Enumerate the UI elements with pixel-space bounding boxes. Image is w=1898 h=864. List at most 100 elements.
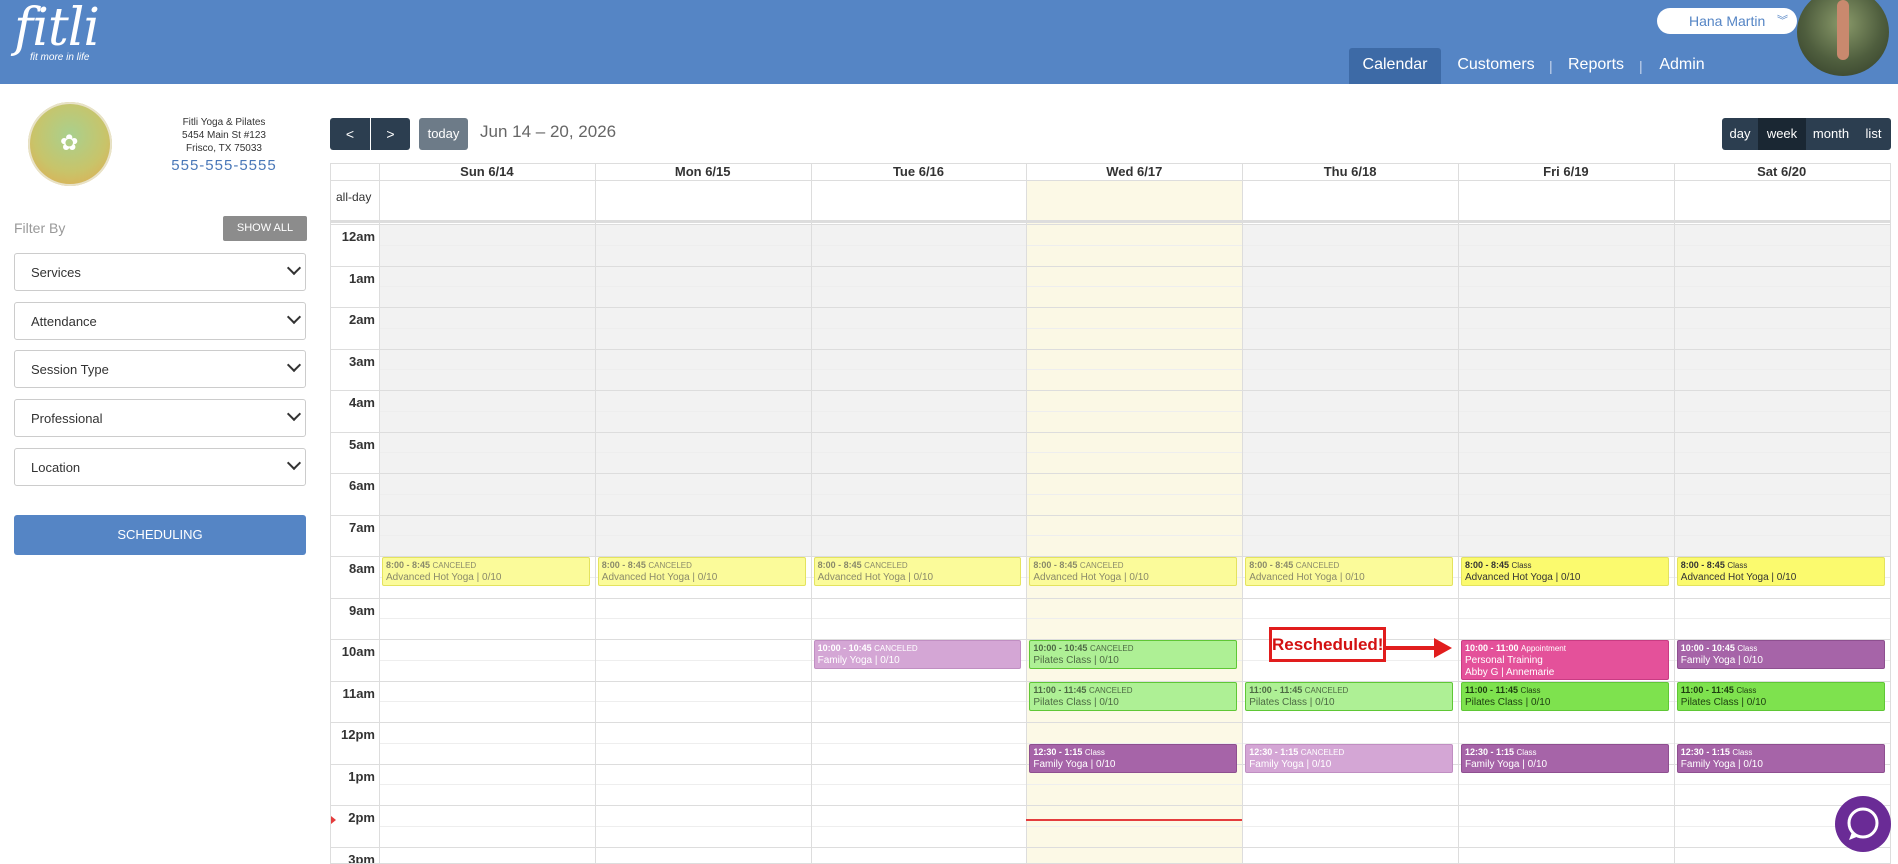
event-time-text: 8:00 - 8:45: [1249, 560, 1296, 570]
studio-name: Fitli Yoga & Pilates: [182, 117, 266, 128]
event-title: Personal Training: [1465, 655, 1543, 666]
event-time: 12:30 - 1:15 Class: [1465, 746, 1665, 759]
services-select[interactable]: Services: [14, 253, 306, 291]
half-hour-line: [379, 410, 1890, 412]
user-name: Hana Martin: [1689, 13, 1766, 29]
calendar-event[interactable]: 11:00 - 11:45 CANCELED Pilates Class | 0/…: [1029, 681, 1238, 711]
event-time-text: 12:30 - 1:15: [1033, 746, 1085, 757]
view-week-button[interactable]: week: [1758, 118, 1806, 150]
event-tag: Class: [1516, 747, 1537, 757]
calendar-event[interactable]: 10:00 - 10:45 CANCELED Family Yoga | 0/10: [813, 640, 1022, 670]
day-header[interactable]: Wed 6/17: [1026, 164, 1242, 180]
select-label: Professional: [31, 411, 103, 426]
calendar-event[interactable]: 8:00 - 8:45 Class Advanced Hot Yoga | 0/1…: [1676, 557, 1885, 587]
event-time: 8:00 - 8:45 Class: [1465, 559, 1665, 572]
event-title: Advanced Hot Yoga | 0/10: [1033, 572, 1149, 583]
calendar-event[interactable]: 8:00 - 8:45 CANCELED Advanced Hot Yoga | …: [813, 557, 1022, 587]
time-axis-divider: [379, 164, 380, 863]
event-time-text: 8:00 - 8:45: [817, 560, 865, 570]
calendar-event[interactable]: 12:30 - 1:15 Class Family Yoga | 0/10: [1029, 743, 1238, 773]
location-select[interactable]: Location: [14, 448, 306, 486]
calendar-event[interactable]: 12:30 - 1:15 CANCELED Family Yoga | 0/10: [1245, 743, 1453, 773]
next-week-button[interactable]: >: [371, 118, 410, 150]
event-title: Family Yoga | 0/10: [1033, 758, 1116, 770]
hour-line: [331, 348, 1890, 350]
event-title: Family Yoga | 0/10: [1465, 758, 1548, 770]
day-divider: [1242, 164, 1244, 863]
time-label: 1am: [348, 270, 375, 286]
main-nav: Calendar Customers | Reports | Admin: [1349, 48, 1749, 84]
nav-customers[interactable]: Customers: [1449, 48, 1543, 84]
event-time: 11:00 - 11:45 Class: [1465, 684, 1665, 697]
calendar-event[interactable]: 10:00 - 10:45 Class Family Yoga | 0/10: [1676, 640, 1885, 670]
event-time: 8:00 - 8:45 CANCELED: [1249, 559, 1449, 572]
calendar-event[interactable]: 8:00 - 8:45 CANCELED Advanced Hot Yoga | …: [597, 557, 806, 587]
half-hour-line: [379, 618, 1890, 620]
chevron-down-icon: ︾: [1777, 15, 1788, 27]
select-label: Services: [31, 265, 81, 280]
calendar-event[interactable]: 8:00 - 8:45 CANCELED Advanced Hot Yoga | …: [1245, 557, 1453, 587]
event-title: Advanced Hot Yoga | 0/10: [817, 572, 934, 583]
view-month-button[interactable]: month: [1806, 118, 1856, 150]
today-button[interactable]: today: [419, 118, 468, 150]
chat-button[interactable]: [1835, 796, 1891, 852]
day-header[interactable]: Fri 6/19: [1458, 164, 1674, 180]
avatar[interactable]: [1797, 0, 1889, 76]
calendar-event[interactable]: 8:00 - 8:45 CANCELED Advanced Hot Yoga | …: [382, 557, 590, 587]
select-label: Location: [31, 460, 81, 475]
event-time: 12:30 - 1:15 Class: [1033, 746, 1233, 759]
time-label: 2am: [348, 312, 375, 327]
calendar-event[interactable]: 11:00 - 11:45 CANCELED Pilates Class | 0/…: [1245, 681, 1453, 711]
nav-admin[interactable]: Admin: [1649, 48, 1715, 84]
nav-calendar[interactable]: Calendar: [1349, 48, 1441, 84]
day-header[interactable]: Thu 6/18: [1242, 164, 1458, 180]
event-tag: Class: [1520, 685, 1541, 695]
date-range-title: Jun 14 – 20, 2026: [480, 122, 617, 141]
calendar-event[interactable]: 8:00 - 8:45 Class Advanced Hot Yoga | 0/1…: [1461, 557, 1669, 587]
calendar-event[interactable]: 8:00 - 8:45 CANCELED Advanced Hot Yoga | …: [1029, 557, 1238, 587]
time-label: 12am: [341, 229, 375, 244]
hour-line: [331, 805, 1890, 806]
hour-line: [331, 473, 1890, 474]
user-menu[interactable]: Hana Martin ︾: [1657, 8, 1797, 34]
day-header[interactable]: Sun 6/14: [379, 164, 595, 180]
calendar-event[interactable]: 10:00 - 10:45 CANCELED Pilates Class | 0/…: [1029, 640, 1238, 670]
event-subtitle: Abby G | Annemarie: [1465, 667, 1555, 678]
day-header[interactable]: Tue 6/16: [811, 164, 1027, 180]
calendar-event[interactable]: 10:00 - 11:00 Appointment Personal Traini…: [1461, 640, 1669, 680]
fitli-logo[interactable]: fitli fit more in life: [14, 2, 100, 63]
event-title: Pilates Class | 0/10: [1680, 696, 1767, 708]
time-label: 7am: [348, 519, 375, 535]
event-tag: CANCELED: [1079, 561, 1124, 570]
event-tag: CANCELED: [1088, 685, 1133, 695]
calendar-event[interactable]: 11:00 - 11:45 Class Pilates Class | 0/10: [1461, 681, 1669, 711]
attendance-select[interactable]: Attendance: [14, 302, 306, 340]
nav-reports[interactable]: Reports: [1561, 48, 1631, 84]
calendar-event[interactable]: 11:00 - 11:45 Class Pilates Class | 0/10: [1676, 681, 1885, 711]
event-time-text: 8:00 - 8:45: [1465, 560, 1512, 570]
all-day-label: all-day: [336, 190, 372, 204]
view-list-button[interactable]: list: [1856, 118, 1891, 150]
hour-line: [331, 597, 1890, 599]
prev-week-button[interactable]: <: [330, 118, 370, 150]
show-all-button[interactable]: SHOW ALL: [223, 216, 307, 241]
day-header[interactable]: Mon 6/15: [595, 164, 811, 180]
half-hour-line: [379, 784, 1890, 786]
studio-phone[interactable]: 555-555-5555: [150, 157, 298, 174]
calendar-event[interactable]: 12:30 - 1:15 Class Family Yoga | 0/10: [1676, 743, 1885, 773]
event-time-text: 10:00 - 10:45: [1033, 643, 1090, 653]
hour-line: [331, 390, 1890, 391]
view-day-button[interactable]: day: [1722, 118, 1758, 150]
time-label: 9am: [348, 602, 375, 618]
day-divider: [594, 164, 596, 863]
avatar-figure: [1837, 0, 1849, 60]
chevron-down-icon: [286, 309, 302, 325]
scheduling-button[interactable]: SCHEDULING: [14, 515, 306, 555]
half-hour-line: [379, 244, 1890, 246]
day-header[interactable]: Sat 6/20: [1674, 164, 1890, 180]
professional-select[interactable]: Professional: [14, 399, 306, 437]
day-divider: [1889, 164, 1890, 863]
studio-address2: Frisco, TX 75033: [186, 143, 262, 154]
calendar-event[interactable]: 12:30 - 1:15 Class Family Yoga | 0/10: [1461, 743, 1669, 773]
session-type-select[interactable]: Session Type: [14, 350, 306, 388]
